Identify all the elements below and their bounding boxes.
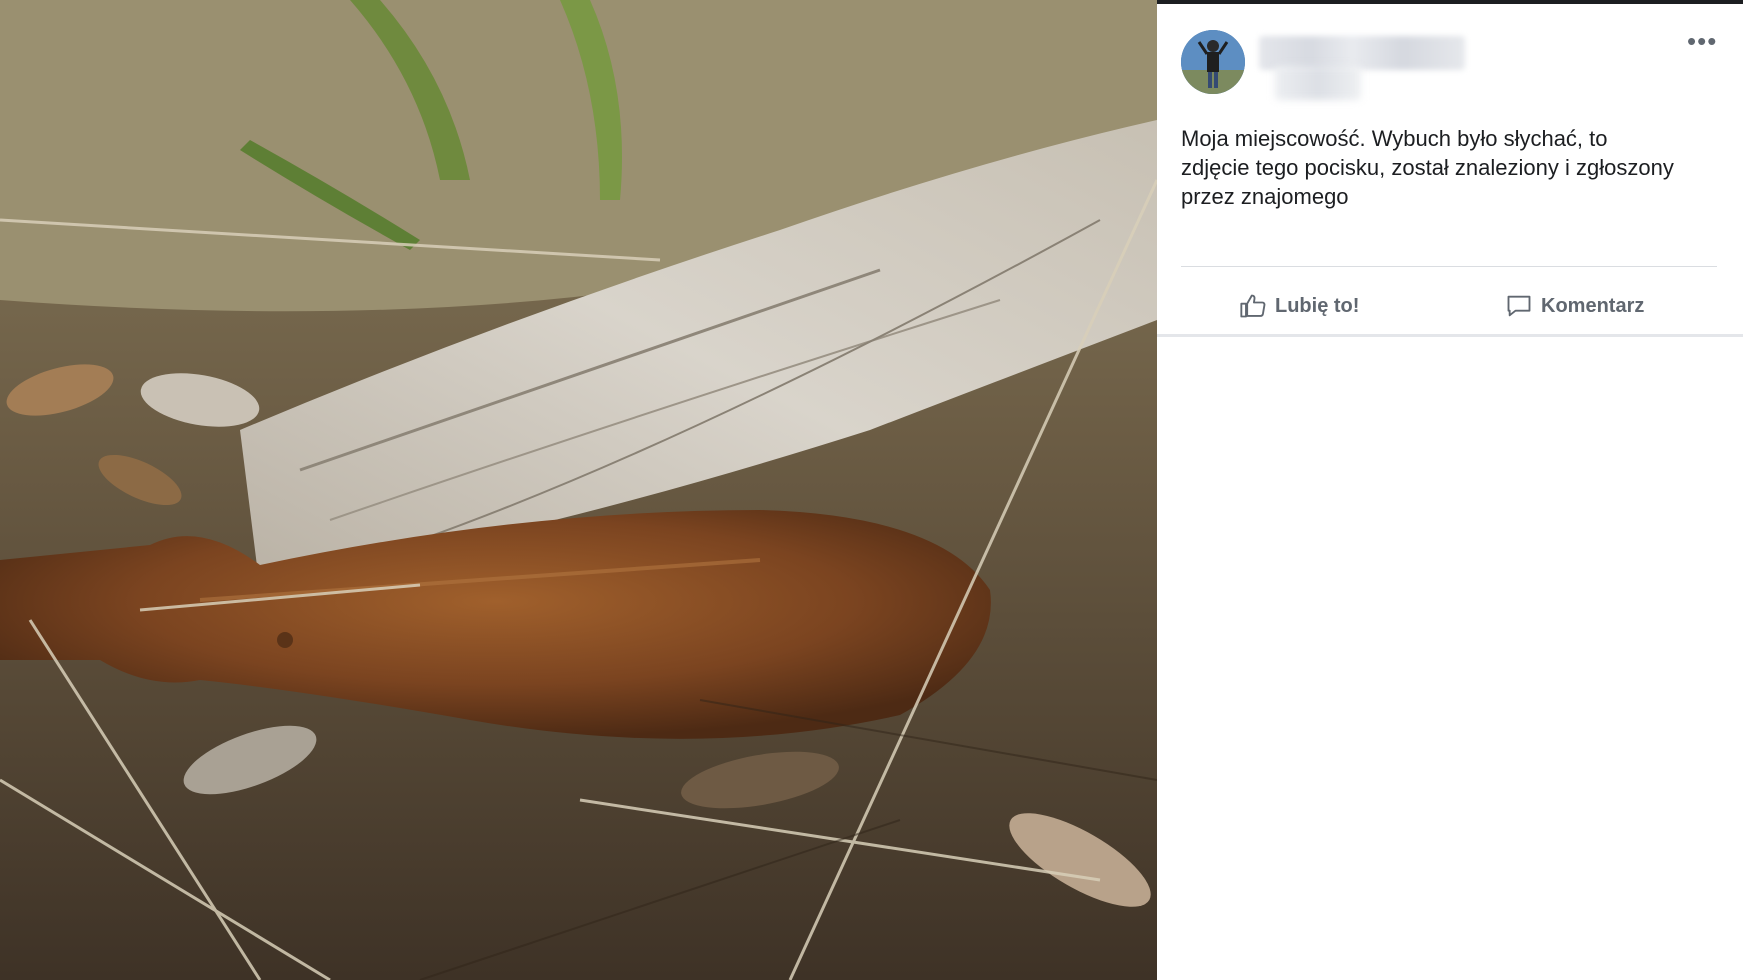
author-name-blurred — [1259, 36, 1465, 70]
avatar[interactable] — [1181, 30, 1245, 94]
speech-bubble-icon — [1507, 295, 1531, 317]
like-label: Lubię to! — [1275, 294, 1360, 317]
more-options-icon[interactable]: ••• — [1687, 28, 1717, 54]
comment-label: Komentarz — [1541, 294, 1645, 317]
post-text: Moja miejscowość. Wybuch było słychać, t… — [1181, 126, 1674, 209]
like-button[interactable]: Lubię to! — [1239, 282, 1359, 330]
post-photo[interactable] — [0, 0, 1157, 980]
thumbs-up-icon — [1240, 294, 1266, 318]
post-timestamp-blurred — [1275, 66, 1361, 100]
avatar-photo-icon — [1181, 30, 1245, 94]
comment-button[interactable]: Komentarz — [1505, 282, 1644, 330]
action-bar-bottom-border — [1157, 334, 1743, 337]
divider — [1181, 266, 1717, 267]
post-sidebar: ••• Moja miejscowość. Wybuch było słycha… — [1157, 4, 1743, 980]
post-photo-illustration — [0, 0, 1157, 980]
